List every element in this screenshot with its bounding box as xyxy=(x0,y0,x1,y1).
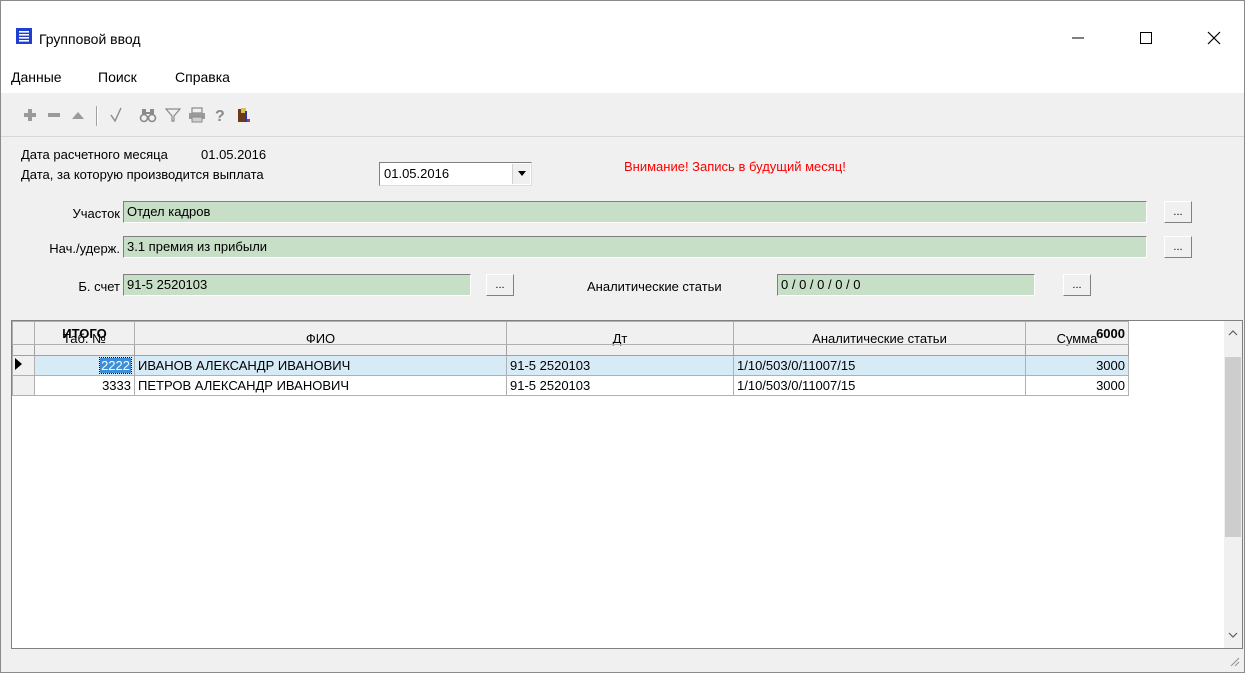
find-button[interactable] xyxy=(137,104,159,126)
status-bar xyxy=(1,651,1244,672)
help-icon: ? xyxy=(215,108,225,123)
cell-sum[interactable]: 3000 xyxy=(1025,375,1129,396)
cell-tab-value: 2222 xyxy=(99,357,132,374)
app-icon xyxy=(16,28,32,44)
total-sum: 6000 xyxy=(1025,321,1129,345)
pay-date-label: Дата, за которую производится выплата xyxy=(21,167,264,182)
total-label: ИТОГО xyxy=(34,321,135,345)
analytics-field[interactable]: 0 / 0 / 0 / 0 / 0 xyxy=(777,274,1035,296)
section-field[interactable]: Отдел кадров xyxy=(123,201,1147,223)
analytics-select-button[interactable]: ... xyxy=(1063,274,1091,296)
cell-tab[interactable]: 3333 xyxy=(34,375,135,396)
totals-indicator xyxy=(12,321,35,345)
account-field[interactable]: 91-5 2520103 xyxy=(123,274,471,296)
resize-grip-icon[interactable] xyxy=(1228,655,1240,667)
total-dt-empty xyxy=(506,321,734,345)
calc-month-label: Дата расчетного месяца xyxy=(21,147,168,162)
row-indicator xyxy=(12,355,35,376)
section-select-button[interactable]: ... xyxy=(1164,201,1192,223)
maximize-button[interactable] xyxy=(1123,21,1169,55)
scroll-thumb[interactable] xyxy=(1225,357,1241,537)
accrual-field[interactable]: 3.1 премия из прибыли xyxy=(123,236,1147,258)
post-button[interactable] xyxy=(105,104,127,126)
binoculars-icon xyxy=(139,109,157,123)
close-button[interactable] xyxy=(1191,21,1237,55)
menu-help[interactable]: Справка xyxy=(175,69,230,85)
toolbar-separator xyxy=(96,106,98,126)
help-button[interactable]: ? xyxy=(209,104,231,126)
exit-icon xyxy=(238,108,250,122)
add-record-button[interactable] xyxy=(19,104,41,126)
section-label: Участок xyxy=(72,206,121,221)
future-month-warning: Внимание! Запись в будущий месяц! xyxy=(624,159,846,174)
cell-dt[interactable]: 91-5 2520103 xyxy=(506,375,734,396)
entries-grid[interactable]: Таб. № ФИО Дт Аналитические статьи Сумма… xyxy=(11,320,1243,649)
accrual-label: Нач./удерж. xyxy=(49,241,120,256)
table-row[interactable]: 2222 ИВАНОВ АЛЕКСАНДР ИВАНОВИЧ 91-5 2520… xyxy=(12,355,1129,376)
window-title: Групповой ввод xyxy=(39,31,141,47)
totals-row: ИТОГО 6000 xyxy=(12,321,1129,345)
maximize-icon xyxy=(1140,32,1152,44)
calc-month-value: 01.05.2016 xyxy=(201,147,267,162)
close-icon xyxy=(1207,31,1221,45)
cell-analytics[interactable]: 1/10/503/0/11007/15 xyxy=(733,355,1026,376)
total-analytics-empty xyxy=(733,321,1026,345)
app-window: Групповой ввод Данные Поиск Справка ? Да… xyxy=(0,0,1245,673)
current-row-arrow-icon xyxy=(15,358,22,370)
delete-record-button[interactable] xyxy=(43,104,65,126)
title-bar: Групповой ввод xyxy=(1,1,1244,61)
print-button[interactable] xyxy=(186,104,208,126)
print-icon xyxy=(189,107,205,123)
scroll-down-icon[interactable] xyxy=(1228,631,1238,639)
table-row[interactable]: 3333 ПЕТРОВ АЛЕКСАНДР ИВАНОВИЧ 91-5 2520… xyxy=(12,375,1129,396)
vertical-scrollbar[interactable] xyxy=(1224,321,1242,648)
plus-icon xyxy=(24,109,36,121)
filter-button[interactable] xyxy=(162,104,184,126)
pay-date-select[interactable]: 01.05.2016 xyxy=(379,162,532,186)
cell-fio[interactable]: ИВАНОВ АЛЕКСАНДР ИВАНОВИЧ xyxy=(134,355,507,376)
menu-bar: Данные Поиск Справка xyxy=(1,61,1244,93)
account-label: Б. счет xyxy=(78,279,120,294)
toolbar: ? xyxy=(1,94,1244,137)
filter-icon xyxy=(165,108,181,122)
minimize-icon xyxy=(1072,37,1084,39)
cell-fio[interactable]: ПЕТРОВ АЛЕКСАНДР ИВАНОВИЧ xyxy=(134,375,507,396)
cell-dt[interactable]: 91-5 2520103 xyxy=(506,355,734,376)
cell-sum[interactable]: 3000 xyxy=(1025,355,1129,376)
menu-data[interactable]: Данные xyxy=(11,69,62,85)
account-select-button[interactable]: ... xyxy=(486,274,514,296)
accrual-select-button[interactable]: ... xyxy=(1164,236,1192,258)
total-fio-empty xyxy=(134,321,507,345)
check-icon xyxy=(110,107,122,123)
svg-text:?: ? xyxy=(215,108,225,123)
row-indicator xyxy=(12,375,35,396)
pay-date-value: 01.05.2016 xyxy=(384,166,450,181)
analytics-label: Аналитические статьи xyxy=(587,279,722,294)
up-icon xyxy=(72,112,84,119)
move-up-button[interactable] xyxy=(67,104,89,126)
minus-icon xyxy=(48,113,60,117)
pay-date-dropdown-button[interactable] xyxy=(512,164,530,184)
cell-tab[interactable]: 2222 xyxy=(34,355,135,376)
chevron-down-icon xyxy=(517,171,526,176)
menu-search[interactable]: Поиск xyxy=(98,69,137,85)
cell-analytics[interactable]: 1/10/503/0/11007/15 xyxy=(733,375,1026,396)
exit-button[interactable] xyxy=(233,104,255,126)
minimize-button[interactable] xyxy=(1055,21,1101,55)
scroll-up-icon[interactable] xyxy=(1228,329,1238,337)
